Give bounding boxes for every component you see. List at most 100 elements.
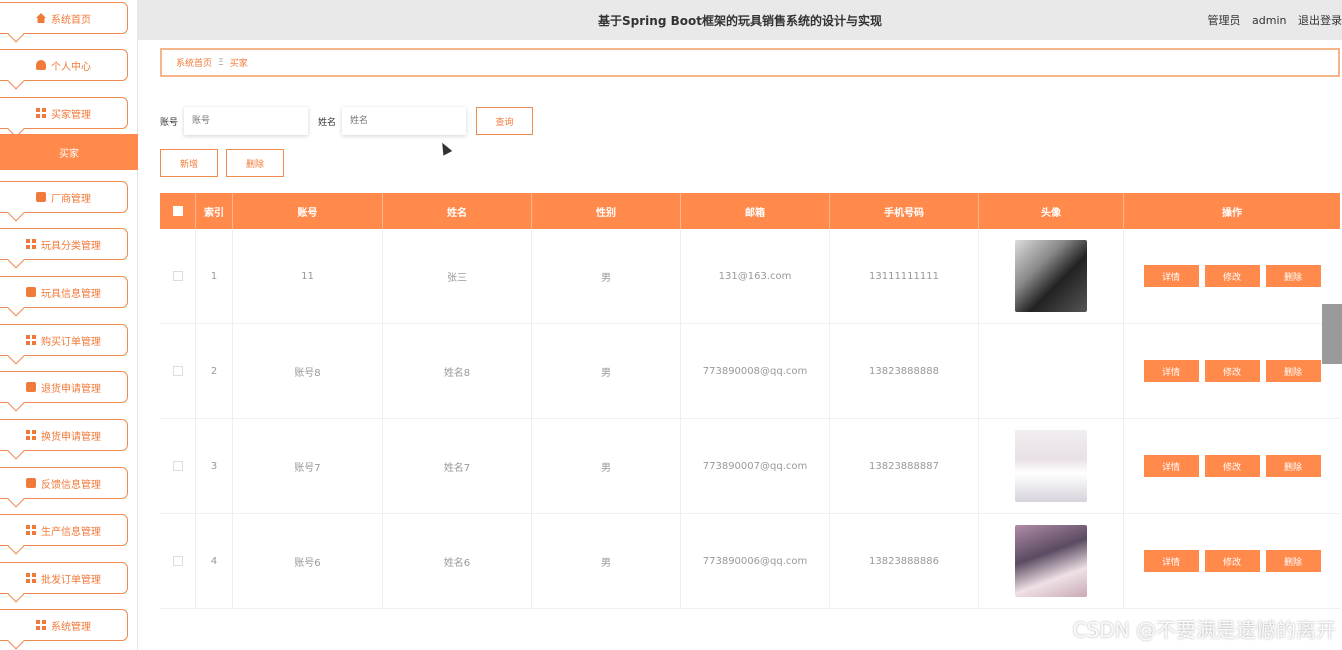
search-bar: 账号 姓名 查询 xyxy=(160,106,534,136)
buyer-table: 索引 账号 姓名 性别 邮箱 手机号码 头像 操作 1 11 张三 男 131@… xyxy=(160,193,1340,609)
delete-button[interactable]: 删除 xyxy=(1265,550,1321,572)
cell-account: 账号8 xyxy=(233,324,383,418)
cell-gender: 男 xyxy=(532,514,681,608)
sidebar-item-system[interactable]: 系统管理 xyxy=(0,609,128,650)
grid-icon xyxy=(36,620,46,630)
cell-name: 姓名8 xyxy=(383,324,532,418)
sidebar-item-exchange-requests[interactable]: 换货申请管理 xyxy=(0,419,128,460)
sidebar-item-return-requests[interactable]: 退货申请管理 xyxy=(0,371,128,412)
cell-phone: 13823888887 xyxy=(830,419,979,513)
sidebar-item-feedback[interactable]: 反馈信息管理 xyxy=(0,467,128,508)
cell-index: 3 xyxy=(196,419,233,513)
batch-delete-button[interactable]: 删除 xyxy=(226,149,284,177)
cell-name: 姓名6 xyxy=(383,514,532,608)
row-checkbox[interactable] xyxy=(172,366,183,376)
detail-button[interactable]: 详情 xyxy=(1143,550,1199,572)
cell-email: 131@163.com xyxy=(681,229,830,323)
avatar xyxy=(1015,335,1087,407)
sidebar-item-label: 个人中心 xyxy=(51,61,91,73)
select-all-checkbox[interactable] xyxy=(172,206,183,216)
sidebar-item-label: 系统首页 xyxy=(51,14,91,26)
sidebar-item-production[interactable]: 生产信息管理 xyxy=(0,514,128,555)
header-user-area: 管理员 admin 退出登录 xyxy=(1200,12,1342,28)
cell-phone: 13823888888 xyxy=(830,324,979,418)
sidebar-item-factory-management[interactable]: 厂商管理 xyxy=(0,181,128,222)
sidebar-item-label: 换货申请管理 xyxy=(41,431,101,443)
avatar xyxy=(1015,240,1087,312)
user-name: admin xyxy=(1252,14,1287,27)
breadcrumb-current: 买家 xyxy=(229,59,248,69)
sidebar-item-toy-category[interactable]: 玩具分类管理 xyxy=(0,228,128,269)
delete-button[interactable]: 删除 xyxy=(1265,265,1321,287)
edit-button[interactable]: 修改 xyxy=(1204,360,1260,382)
select-all-cell xyxy=(160,193,196,229)
home-icon xyxy=(36,13,46,23)
sidebar-item-purchase-orders[interactable]: 购买订单管理 xyxy=(0,324,128,365)
sidebar-item-profile[interactable]: 个人中心 xyxy=(0,49,128,90)
cell-name: 姓名7 xyxy=(383,419,532,513)
grid-icon xyxy=(26,573,36,583)
detail-button[interactable]: 详情 xyxy=(1143,360,1199,382)
account-input[interactable] xyxy=(184,107,309,135)
cell-account: 11 xyxy=(233,229,383,323)
sidebar-item-label: 购买订单管理 xyxy=(41,336,101,348)
mouse-cursor-icon xyxy=(437,140,453,156)
logout-link[interactable]: 退出登录 xyxy=(1298,14,1342,27)
table-row: 1 11 张三 男 131@163.com 13111111111 详情 修改 … xyxy=(160,229,1340,324)
sidebar: 系统首页 个人中心 买家管理 买家 厂商管理 玩具分类管理 玩具信息管理 购买订… xyxy=(0,0,138,650)
table-header: 索引 账号 姓名 性别 邮箱 手机号码 头像 操作 xyxy=(160,193,1340,229)
user-icon xyxy=(36,60,46,70)
sidebar-item-label: 反馈信息管理 xyxy=(41,479,101,491)
grid-icon xyxy=(26,525,36,535)
delete-button[interactable]: 删除 xyxy=(1265,360,1321,382)
edit-button[interactable]: 修改 xyxy=(1204,550,1260,572)
box-icon xyxy=(26,382,36,392)
detail-button[interactable]: 详情 xyxy=(1143,265,1199,287)
breadcrumb-home[interactable]: 系统首页 xyxy=(176,56,212,69)
box-icon xyxy=(26,478,36,488)
cell-name: 张三 xyxy=(383,229,532,323)
top-header: 基于Spring Boot框架的玩具销售系统的设计与实现 管理员 admin 退… xyxy=(138,0,1342,40)
sidebar-item-home[interactable]: 系统首页 xyxy=(0,2,128,43)
row-checkbox[interactable] xyxy=(172,271,183,281)
column-header: 操作 xyxy=(1222,207,1242,219)
cell-email: 773890006@qq.com xyxy=(681,514,830,608)
avatar xyxy=(1015,525,1087,597)
row-checkbox[interactable] xyxy=(172,556,183,566)
grid-icon xyxy=(26,239,36,249)
cell-index: 1 xyxy=(196,229,233,323)
sidebar-item-label: 玩具信息管理 xyxy=(41,288,101,300)
column-header: 性别 xyxy=(532,193,681,229)
avatar xyxy=(1015,430,1087,502)
edit-button[interactable]: 修改 xyxy=(1204,265,1260,287)
vertical-scrollbar[interactable] xyxy=(1322,304,1342,364)
detail-button[interactable]: 详情 xyxy=(1143,455,1199,477)
table-row: 4 账号6 姓名6 男 773890006@qq.com 13823888886… xyxy=(160,514,1340,609)
query-button[interactable]: 查询 xyxy=(476,107,534,135)
column-header: 索引 xyxy=(196,193,233,229)
column-header: 头像 xyxy=(979,193,1124,229)
sidebar-item-buyer-management[interactable]: 买家管理 xyxy=(0,97,128,138)
cell-gender: 男 xyxy=(532,324,681,418)
user-role: 管理员 xyxy=(1207,14,1241,27)
column-header: 手机号码 xyxy=(830,193,979,229)
table-row: 2 账号8 姓名8 男 773890008@qq.com 13823888888… xyxy=(160,324,1340,419)
grid-icon xyxy=(26,430,36,440)
row-checkbox[interactable] xyxy=(172,461,183,471)
sidebar-item-label: 退货申请管理 xyxy=(41,383,101,395)
sidebar-item-label: 厂商管理 xyxy=(51,193,91,205)
cell-phone: 13111111111 xyxy=(830,229,979,323)
add-button[interactable]: 新增 xyxy=(160,149,218,177)
sidebar-item-label: 批发订单管理 xyxy=(41,574,101,586)
sidebar-item-buyer[interactable]: 买家 xyxy=(0,134,138,170)
column-header: 邮箱 xyxy=(681,193,830,229)
edit-button[interactable]: 修改 xyxy=(1204,455,1260,477)
cell-gender: 男 xyxy=(532,229,681,323)
cell-phone: 13823888886 xyxy=(830,514,979,608)
app-root: 系统首页 个人中心 买家管理 买家 厂商管理 玩具分类管理 玩具信息管理 购买订… xyxy=(0,0,1342,650)
sidebar-item-toy-info[interactable]: 玩具信息管理 xyxy=(0,276,128,317)
sidebar-item-wholesale-orders[interactable]: 批发订单管理 xyxy=(0,562,128,603)
name-input[interactable] xyxy=(342,107,467,135)
cell-account: 账号6 xyxy=(233,514,383,608)
delete-button[interactable]: 删除 xyxy=(1265,455,1321,477)
